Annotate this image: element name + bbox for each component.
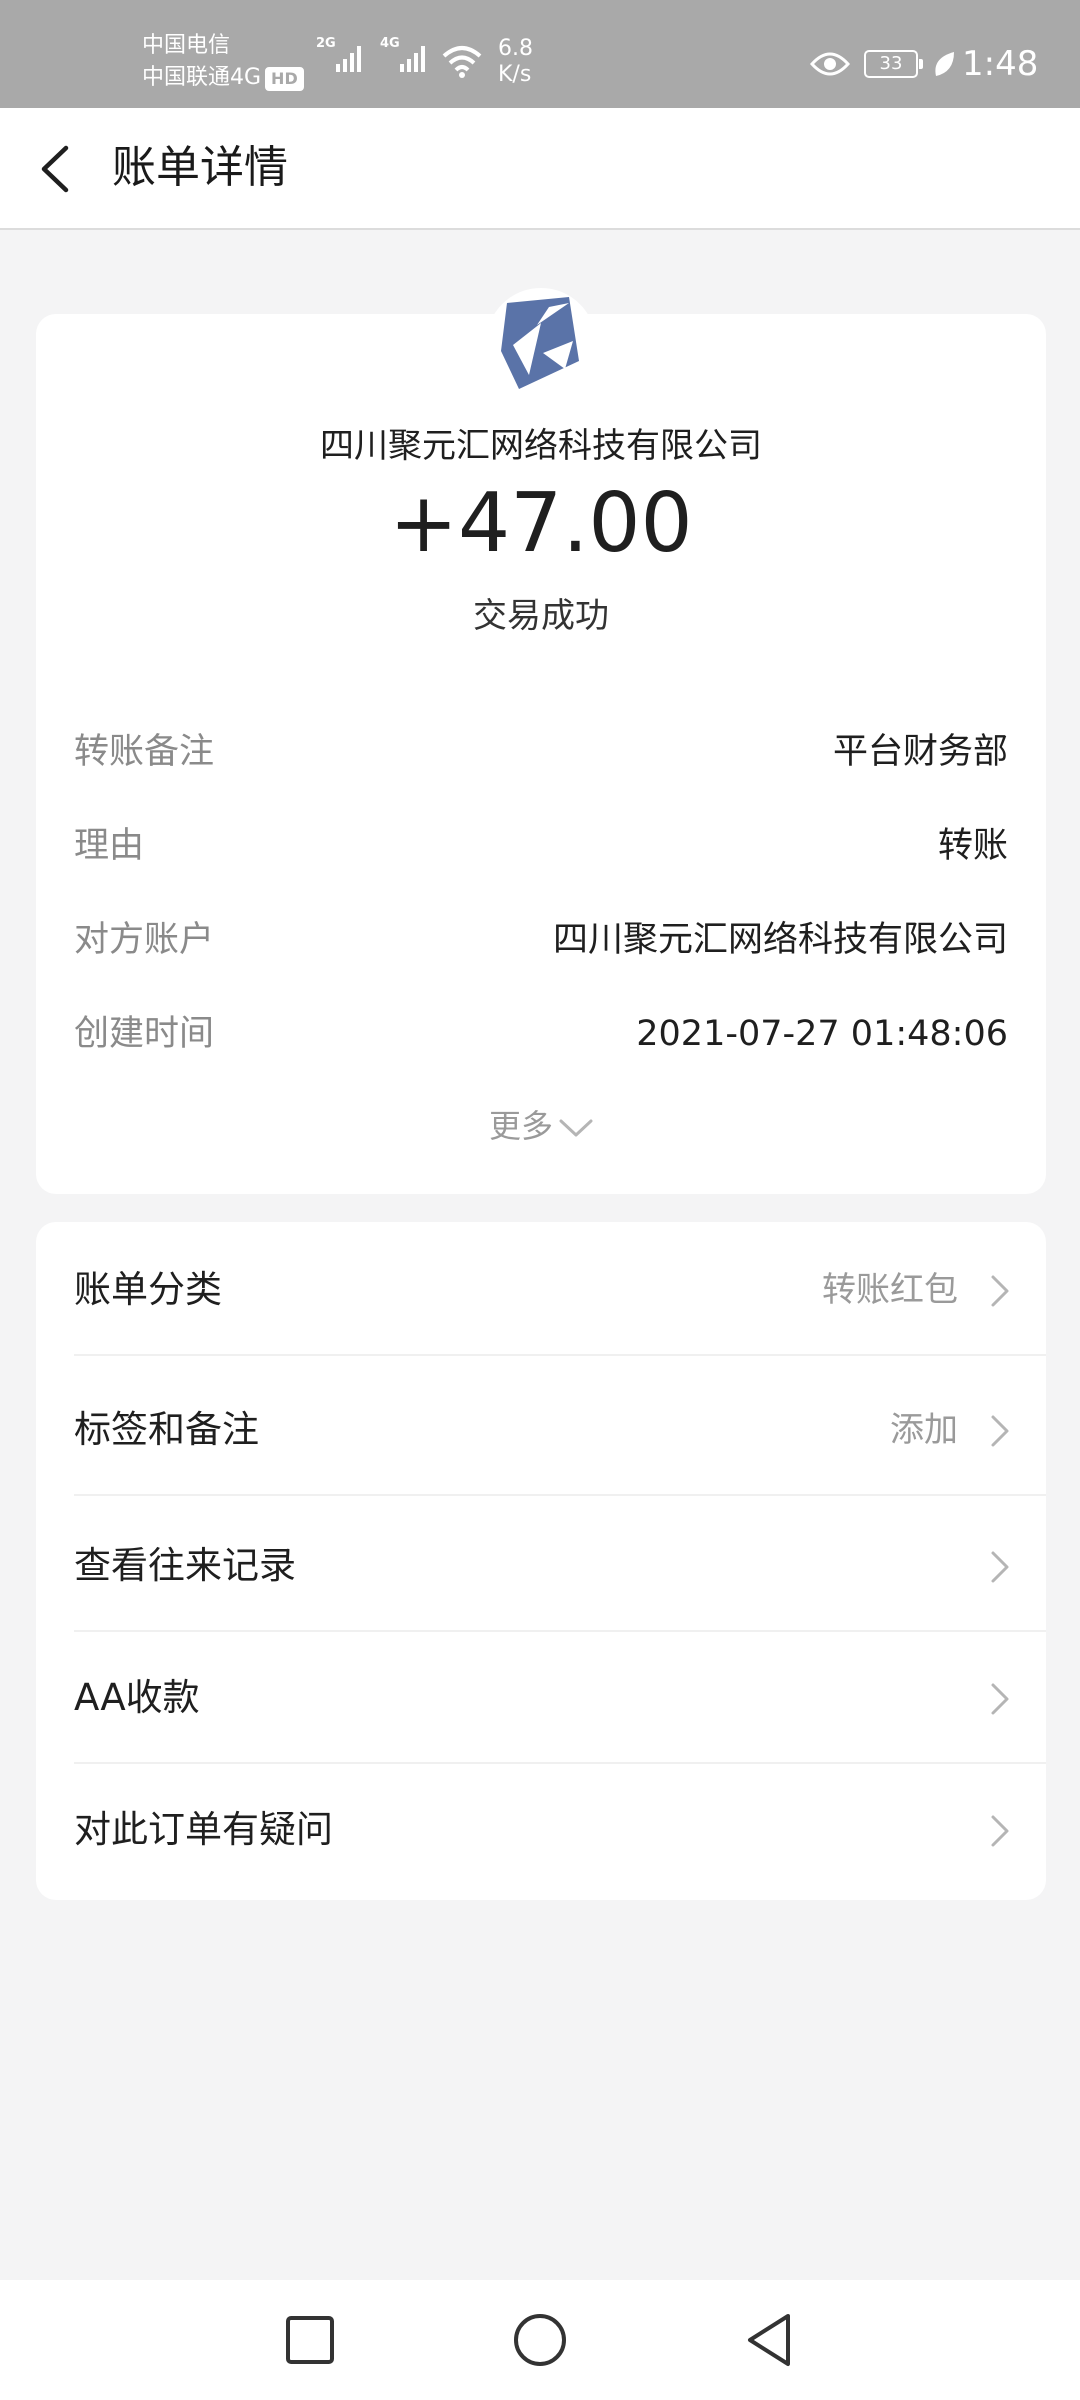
detail-value: 2021-07-27 01:48:06 (636, 1014, 1008, 1054)
transaction-status: 交易成功 (473, 596, 609, 636)
leaf-icon (935, 52, 954, 76)
detail-label: 理由 (74, 826, 145, 866)
clock: 1:48 (962, 44, 1039, 84)
page-title: 账单详情 (112, 142, 288, 193)
menu-item-hint: 添加 (890, 1410, 958, 1450)
menu-item-label: 标签和备注 (74, 1408, 259, 1451)
signal-type-label: 2G (316, 36, 336, 51)
detail-row-created-time: 创建时间 2021-07-27 01:48:06 (74, 1004, 1008, 1064)
menu-item-hint: 转账红包 (822, 1270, 958, 1310)
app-header: 账单详情 (0, 108, 1080, 230)
status-bar: 中国电信 中国联通4G HD 2G 4G 6.8 K/s 33 1:48 (0, 0, 1080, 108)
detail-label: 转账备注 (74, 732, 215, 772)
menu-item-label: 对此订单有疑问 (74, 1808, 333, 1851)
more-label: 更多 (488, 1107, 553, 1145)
detail-label: 创建时间 (74, 1014, 215, 1054)
chevron-right-icon (991, 1815, 1009, 1847)
detail-row-reason: 理由 转账 (74, 816, 1008, 876)
divider (74, 1494, 1046, 1496)
detail-value: 转账 (937, 826, 1008, 866)
menu-item-transaction-history[interactable]: 查看往来记录 (36, 1498, 1046, 1632)
home-icon[interactable] (508, 2308, 572, 2372)
payee-name: 四川聚元汇网络科技有限公司 (320, 426, 762, 466)
menu-item-label: 账单分类 (74, 1268, 222, 1311)
detail-label: 对方账户 (74, 920, 215, 960)
menu-item-label: 查看往来记录 (74, 1544, 296, 1587)
signal-type-label: 4G (380, 36, 400, 51)
chevron-right-icon (991, 1275, 1009, 1307)
network-speed-value: 6.8 (498, 36, 533, 61)
menu-item-order-question[interactable]: 对此订单有疑问 (36, 1762, 1046, 1896)
system-navigation-bar (0, 2280, 1080, 2400)
back-arrow-icon[interactable] (36, 144, 76, 194)
chevron-right-icon (991, 1683, 1009, 1715)
merchant-logo-icon (501, 297, 579, 389)
chevron-down-icon (559, 1119, 593, 1137)
battery-level: 33 (879, 53, 903, 74)
detail-value: 平台财务部 (832, 732, 1008, 772)
detail-value: 四川聚元汇网络科技有限公司 (552, 920, 1008, 960)
menu-item-tags-notes[interactable]: 标签和备注 添加 (36, 1362, 1046, 1496)
chevron-right-icon (991, 1415, 1009, 1447)
network-speed-unit: K/s (498, 62, 532, 87)
hd-badge: HD (265, 67, 304, 91)
menu-item-label: AA收款 (74, 1676, 200, 1719)
bill-actions-card: 账单分类 转账红包 标签和备注 添加 查看往来记录 AA收款 对此订单有疑问 (36, 1222, 1046, 1900)
back-triangle-icon[interactable] (738, 2308, 802, 2372)
carrier-secondary: 中国联通4G HD (142, 62, 304, 94)
merchant-logo (486, 288, 596, 398)
more-details-toggle[interactable]: 更多 (36, 1104, 1046, 1148)
carrier-primary: 中国电信 (142, 33, 231, 58)
bill-summary-card: 四川聚元汇网络科技有限公司 +47.00 交易成功 转账备注 平台财务部 理由 … (36, 288, 1046, 1194)
menu-item-aa-collect[interactable]: AA收款 (36, 1630, 1046, 1764)
divider (74, 1354, 1046, 1356)
wifi-icon (442, 46, 482, 78)
transaction-amount: +47.00 (389, 476, 693, 571)
chevron-right-icon (991, 1551, 1009, 1583)
carrier-info: 中国电信 中国联通4G HD (142, 30, 304, 94)
recent-apps-icon[interactable] (278, 2308, 342, 2372)
menu-item-bill-category[interactable]: 账单分类 转账红包 (36, 1222, 1046, 1356)
detail-row-counterparty: 对方账户 四川聚元汇网络科技有限公司 (74, 910, 1008, 970)
detail-row-remark: 转账备注 平台财务部 (74, 722, 1008, 782)
battery-icon: 33 (864, 50, 923, 78)
carrier-secondary-label: 中国联通4G (142, 65, 262, 90)
eye-icon (810, 52, 850, 76)
network-speed: 6.8 K/s (498, 36, 533, 88)
